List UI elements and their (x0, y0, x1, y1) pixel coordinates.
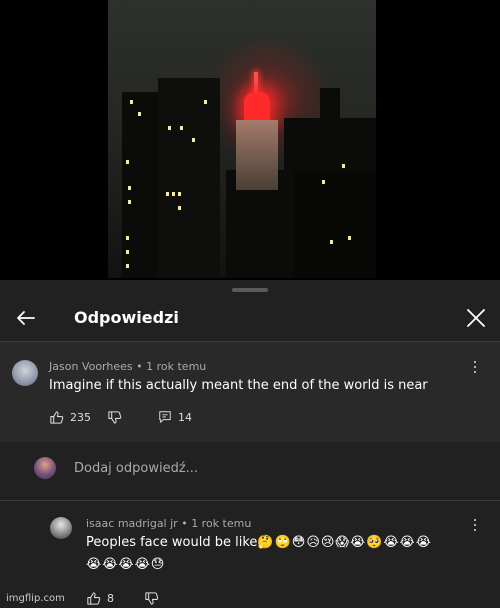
close-icon[interactable] (462, 304, 490, 332)
window-light (180, 126, 183, 130)
comment-author[interactable]: isaac madrigal jr (86, 517, 178, 530)
comment-icon (159, 411, 171, 423)
window-light (204, 100, 207, 104)
thumbs-down-icon (145, 592, 159, 605)
window-light (348, 236, 351, 240)
add-reply-bar[interactable]: Dodaj odpowiedź... (0, 443, 500, 500)
thumbs-up-icon (87, 592, 101, 605)
comment-text: Imagine if this actually meant the end o… (49, 378, 428, 393)
replies-panel: Odpowiedzi Jason Voorhees • 1 rok temu I… (0, 280, 500, 608)
more-options-icon[interactable] (472, 518, 478, 534)
panel-header: Odpowiedzi (0, 294, 500, 344)
dislike-button[interactable] (107, 410, 122, 425)
reply-count: 14 (178, 410, 192, 424)
avatar (34, 457, 56, 479)
comment-author[interactable]: Jason Voorhees (49, 360, 133, 373)
window-light (192, 138, 195, 142)
like-button[interactable]: 235 (49, 410, 91, 425)
comment-meta: Jason Voorhees • 1 rok temu (49, 360, 206, 373)
emoji-line-2: 😭😭😭😭😓 (86, 557, 166, 572)
reply-text: Peoples face would be like (86, 535, 258, 550)
more-options-icon[interactable] (472, 360, 478, 376)
video-frame[interactable] (108, 0, 376, 278)
avatar[interactable] (50, 517, 72, 539)
window-light (178, 206, 181, 210)
meta-separator: • (181, 517, 192, 530)
window-light (322, 180, 325, 184)
window-light (130, 100, 133, 104)
watermark: imgflip.com (6, 593, 65, 604)
replies-button[interactable]: 14 (158, 410, 192, 424)
window-light (172, 192, 175, 196)
comment-meta: isaac madrigal jr • 1 rok temu (86, 517, 251, 530)
emoji-line-1: 🤔🙄😳😥😢😱😭🥺😭😭😭 (257, 535, 432, 550)
comment-time: 1 rok temu (191, 517, 252, 530)
reply-comment: isaac madrigal jr • 1 rok temu Peoples f… (0, 501, 500, 608)
window-light (138, 112, 141, 116)
comment-text: Peoples face would be like 🤔🙄😳😥😢😱😭🥺😭😭😭 (86, 535, 431, 550)
building-left-tall (158, 78, 220, 278)
empire-body (236, 120, 278, 190)
window-light (168, 126, 171, 130)
window-light (126, 264, 129, 268)
thumbs-down-icon (108, 411, 122, 424)
parent-comment: Jason Voorhees • 1 rok temu Imagine if t… (0, 342, 500, 442)
window-light (128, 200, 131, 204)
like-count: 235 (70, 411, 91, 424)
like-count: 8 (107, 592, 114, 605)
panel-title: Odpowiedzi (74, 308, 179, 327)
building-right-front (294, 170, 376, 278)
back-arrow-icon[interactable] (12, 304, 40, 332)
window-light (166, 192, 169, 196)
window-light (342, 164, 345, 168)
window-light (126, 250, 129, 254)
window-light (178, 192, 181, 196)
dislike-button[interactable] (144, 591, 159, 606)
avatar[interactable] (12, 360, 38, 386)
empire-top-light (244, 92, 270, 122)
drag-handle[interactable] (232, 288, 268, 292)
thumbs-up-icon (50, 411, 64, 424)
building-right-tower (320, 88, 340, 118)
window-light (128, 186, 131, 190)
reply-input[interactable]: Dodaj odpowiedź... (74, 461, 198, 476)
video-area (0, 0, 500, 278)
meta-separator: • (136, 360, 147, 373)
like-button[interactable]: 8 (86, 591, 114, 606)
window-light (330, 240, 333, 244)
window-light (126, 160, 129, 164)
window-light (126, 236, 129, 240)
comment-time: 1 rok temu (146, 360, 207, 373)
